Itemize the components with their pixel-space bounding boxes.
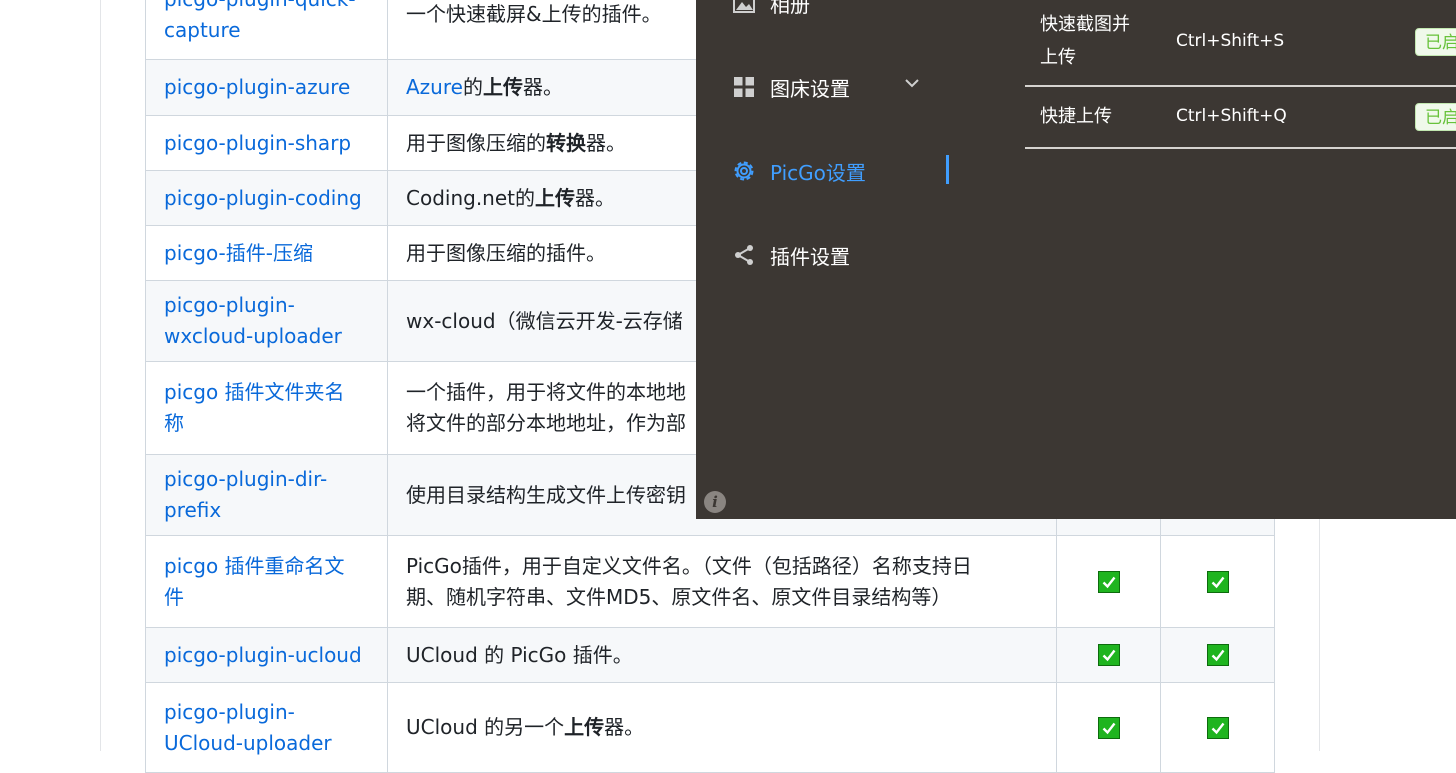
desc-link[interactable]: Azure [406, 75, 463, 99]
table-row: picgo-plugin-ucloud UCloud 的 PicGo 插件。 [145, 628, 1275, 683]
plugin-desc-cell: UCloud 的 PicGo 插件。 [387, 628, 1057, 682]
plugin-description: 一个快速截屏&上传的插件。 [406, 0, 662, 30]
plugin-name-link[interactable]: picgo-plugin-azure [164, 72, 350, 103]
bold-text: 上传 [482, 75, 523, 99]
plugin-description: Azure的上传器。 [406, 72, 563, 103]
desc-text-part: 的 [462, 75, 483, 99]
bold-text: 上传 [535, 185, 576, 210]
check-mark-icon [1206, 644, 1229, 666]
nav-item-bed-settings[interactable]: 图床设置 [732, 70, 850, 104]
desc-text-part: Coding.net的 [406, 185, 536, 210]
plugin-name-link[interactable]: picgo-plugin-quick- capture [164, 0, 356, 46]
plugin-name-link[interactable]: picgo 插件重命名文 件 [164, 551, 345, 613]
desc-text-part: 器。 [586, 130, 626, 155]
page-left-rule [100, 0, 101, 751]
plugin-name-link[interactable]: picgo-plugin-sharp [164, 128, 351, 159]
nav-label-bed-settings: 图床设置 [770, 76, 850, 101]
support-cell-1 [1056, 628, 1160, 682]
plugin-name-cell: picgo-plugin-dir- prefix [145, 455, 388, 535]
plugin-desc-cell: PicGo插件，用于自定义文件名。（文件（包括路径）名称支持日 期、随机字符串、… [387, 536, 1057, 627]
desc-text-part: 一个快速截屏&上传的插件。 [406, 2, 662, 26]
info-icon[interactable]: i [704, 491, 726, 513]
bold-text: 转换 [546, 130, 586, 155]
support-cell-2 [1160, 628, 1275, 682]
desc-text-part: 器。 [604, 715, 645, 739]
check-mark-icon [1206, 716, 1229, 739]
desc-text-part: 器。 [522, 75, 563, 99]
plugin-description: 一个插件，用于将文件的本地地 将文件的部分本地地址，作为部 [406, 377, 686, 439]
desc-text-part: 器。 [575, 185, 616, 210]
shortcut-name: 快速截图并 上传 [1040, 14, 1130, 68]
nav-item-picgo-settings[interactable]: PicGo设置 [732, 154, 866, 188]
share-icon [732, 243, 756, 267]
nav-label-picgo-settings: PicGo设置 [770, 160, 866, 185]
nav-label-album: 相册 [770, 0, 810, 17]
desc-text-part: PicGo插件，用于自定义文件名。（文件（包括路径）名称支持日 期、随机字符串、… [406, 553, 972, 609]
plugin-description: Coding.net的上传器。 [406, 183, 615, 214]
plugin-name-cell: picgo-plugin-quick- capture [145, 0, 388, 59]
desc-text-part: 用于图像压缩的插件。 [406, 240, 606, 265]
plugin-name-cell: picgo-插件-压缩 [145, 226, 388, 280]
plugin-name-link[interactable]: picgo-plugin- wxcloud-uploader [164, 290, 342, 352]
bold-text: 上传 [564, 715, 605, 739]
plugin-description: UCloud 的 PicGo 插件。 [406, 640, 633, 671]
plugin-description: UCloud 的另一个上传器。 [406, 712, 644, 743]
plugin-description: wx-cloud（微信云开发-云存储 [406, 306, 683, 337]
image-icon [732, 0, 756, 15]
nav-label-plugin-settings: 插件设置 [770, 244, 850, 269]
plugin-desc-cell: UCloud 的另一个上传器。 [387, 683, 1057, 772]
check-mark-icon [1097, 570, 1120, 593]
picgo-app-window: 相册 图床设置 PicGo设置 插件设置 i 快速截图并 上传 Ctrl+Shi… [696, 0, 1456, 519]
desc-text-part: wx-cloud（微信云开发-云存储 [406, 308, 683, 333]
plugin-description: 用于图像压缩的转换器。 [406, 128, 626, 159]
status-badge: 已启 [1415, 103, 1456, 131]
support-cell-1 [1056, 536, 1160, 627]
check-mark-icon [1097, 644, 1120, 666]
shortcut-key: Ctrl+Shift+S [1176, 31, 1285, 51]
plugin-description: 使用目录结构生成文件上传密钥 [406, 480, 686, 511]
shortcut-name: 快捷上传 [1040, 106, 1112, 127]
chevron-down-icon[interactable] [902, 73, 922, 93]
plugin-name-link[interactable]: picgo-plugin-coding [164, 183, 362, 214]
plugin-name-link[interactable]: picgo-plugin- UCloud-uploader [164, 697, 332, 759]
plugin-name-cell: picgo 插件重命名文 件 [145, 536, 388, 627]
plugin-name-link[interactable]: picgo-plugin-ucloud [164, 640, 362, 671]
desc-text-part: UCloud 的另一个 [406, 715, 565, 739]
plugin-description: 用于图像压缩的插件。 [406, 238, 606, 269]
plugin-name-cell: picgo-plugin-azure [145, 60, 388, 115]
shortcut-row: 快速截图并 上传 Ctrl+Shift+S 已启 [1025, 0, 1456, 87]
plugin-name-cell: picgo-plugin-sharp [145, 116, 388, 170]
grid-icon [732, 75, 756, 99]
plugin-name-link[interactable]: picgo-plugin-dir- prefix [164, 464, 327, 526]
nav-item-album[interactable]: 相册 [732, 0, 810, 20]
plugin-name-cell: picgo-plugin-ucloud [145, 628, 388, 682]
support-cell-2 [1160, 683, 1275, 772]
plugin-name-link[interactable]: picgo-插件-压缩 [164, 238, 313, 269]
check-mark-icon [1097, 716, 1120, 739]
status-badge: 已启 [1415, 28, 1456, 56]
support-cell-1 [1056, 683, 1160, 772]
support-cell-2 [1160, 536, 1275, 627]
table-row: picgo-plugin- UCloud-uploader UCloud 的另一个… [145, 683, 1275, 773]
desc-text-part: 使用目录结构生成文件上传密钥 [406, 482, 686, 507]
plugin-name-link[interactable]: picgo 插件文件夹名 称 [164, 377, 345, 439]
desc-text-part: 用于图像压缩的 [406, 130, 546, 155]
plugin-description: PicGo插件，用于自定义文件名。（文件（包括路径）名称支持日 期、随机字符串、… [406, 551, 972, 613]
check-mark-icon [1206, 570, 1229, 593]
nav-item-plugin-settings[interactable]: 插件设置 [732, 238, 850, 272]
plugin-name-cell: picgo 插件文件夹名 称 [145, 362, 388, 454]
table-row: picgo 插件重命名文 件 PicGo插件，用于自定义文件名。（文件（包括路径）… [145, 536, 1275, 628]
gear-icon [732, 159, 756, 183]
plugin-name-cell: picgo-plugin- wxcloud-uploader [145, 281, 388, 361]
plugin-name-cell: picgo-plugin-coding [145, 171, 388, 225]
desc-text-part: UCloud 的 PicGo 插件。 [406, 642, 633, 667]
plugin-name-cell: picgo-plugin- UCloud-uploader [145, 683, 388, 772]
shortcut-key: Ctrl+Shift+Q [1176, 106, 1287, 126]
active-indicator [946, 155, 949, 184]
desc-text-part: 一个插件，用于将文件的本地地 将文件的部分本地地址，作为部 [406, 380, 686, 435]
shortcut-row: 快捷上传 Ctrl+Shift+Q 已启 [1025, 87, 1456, 149]
